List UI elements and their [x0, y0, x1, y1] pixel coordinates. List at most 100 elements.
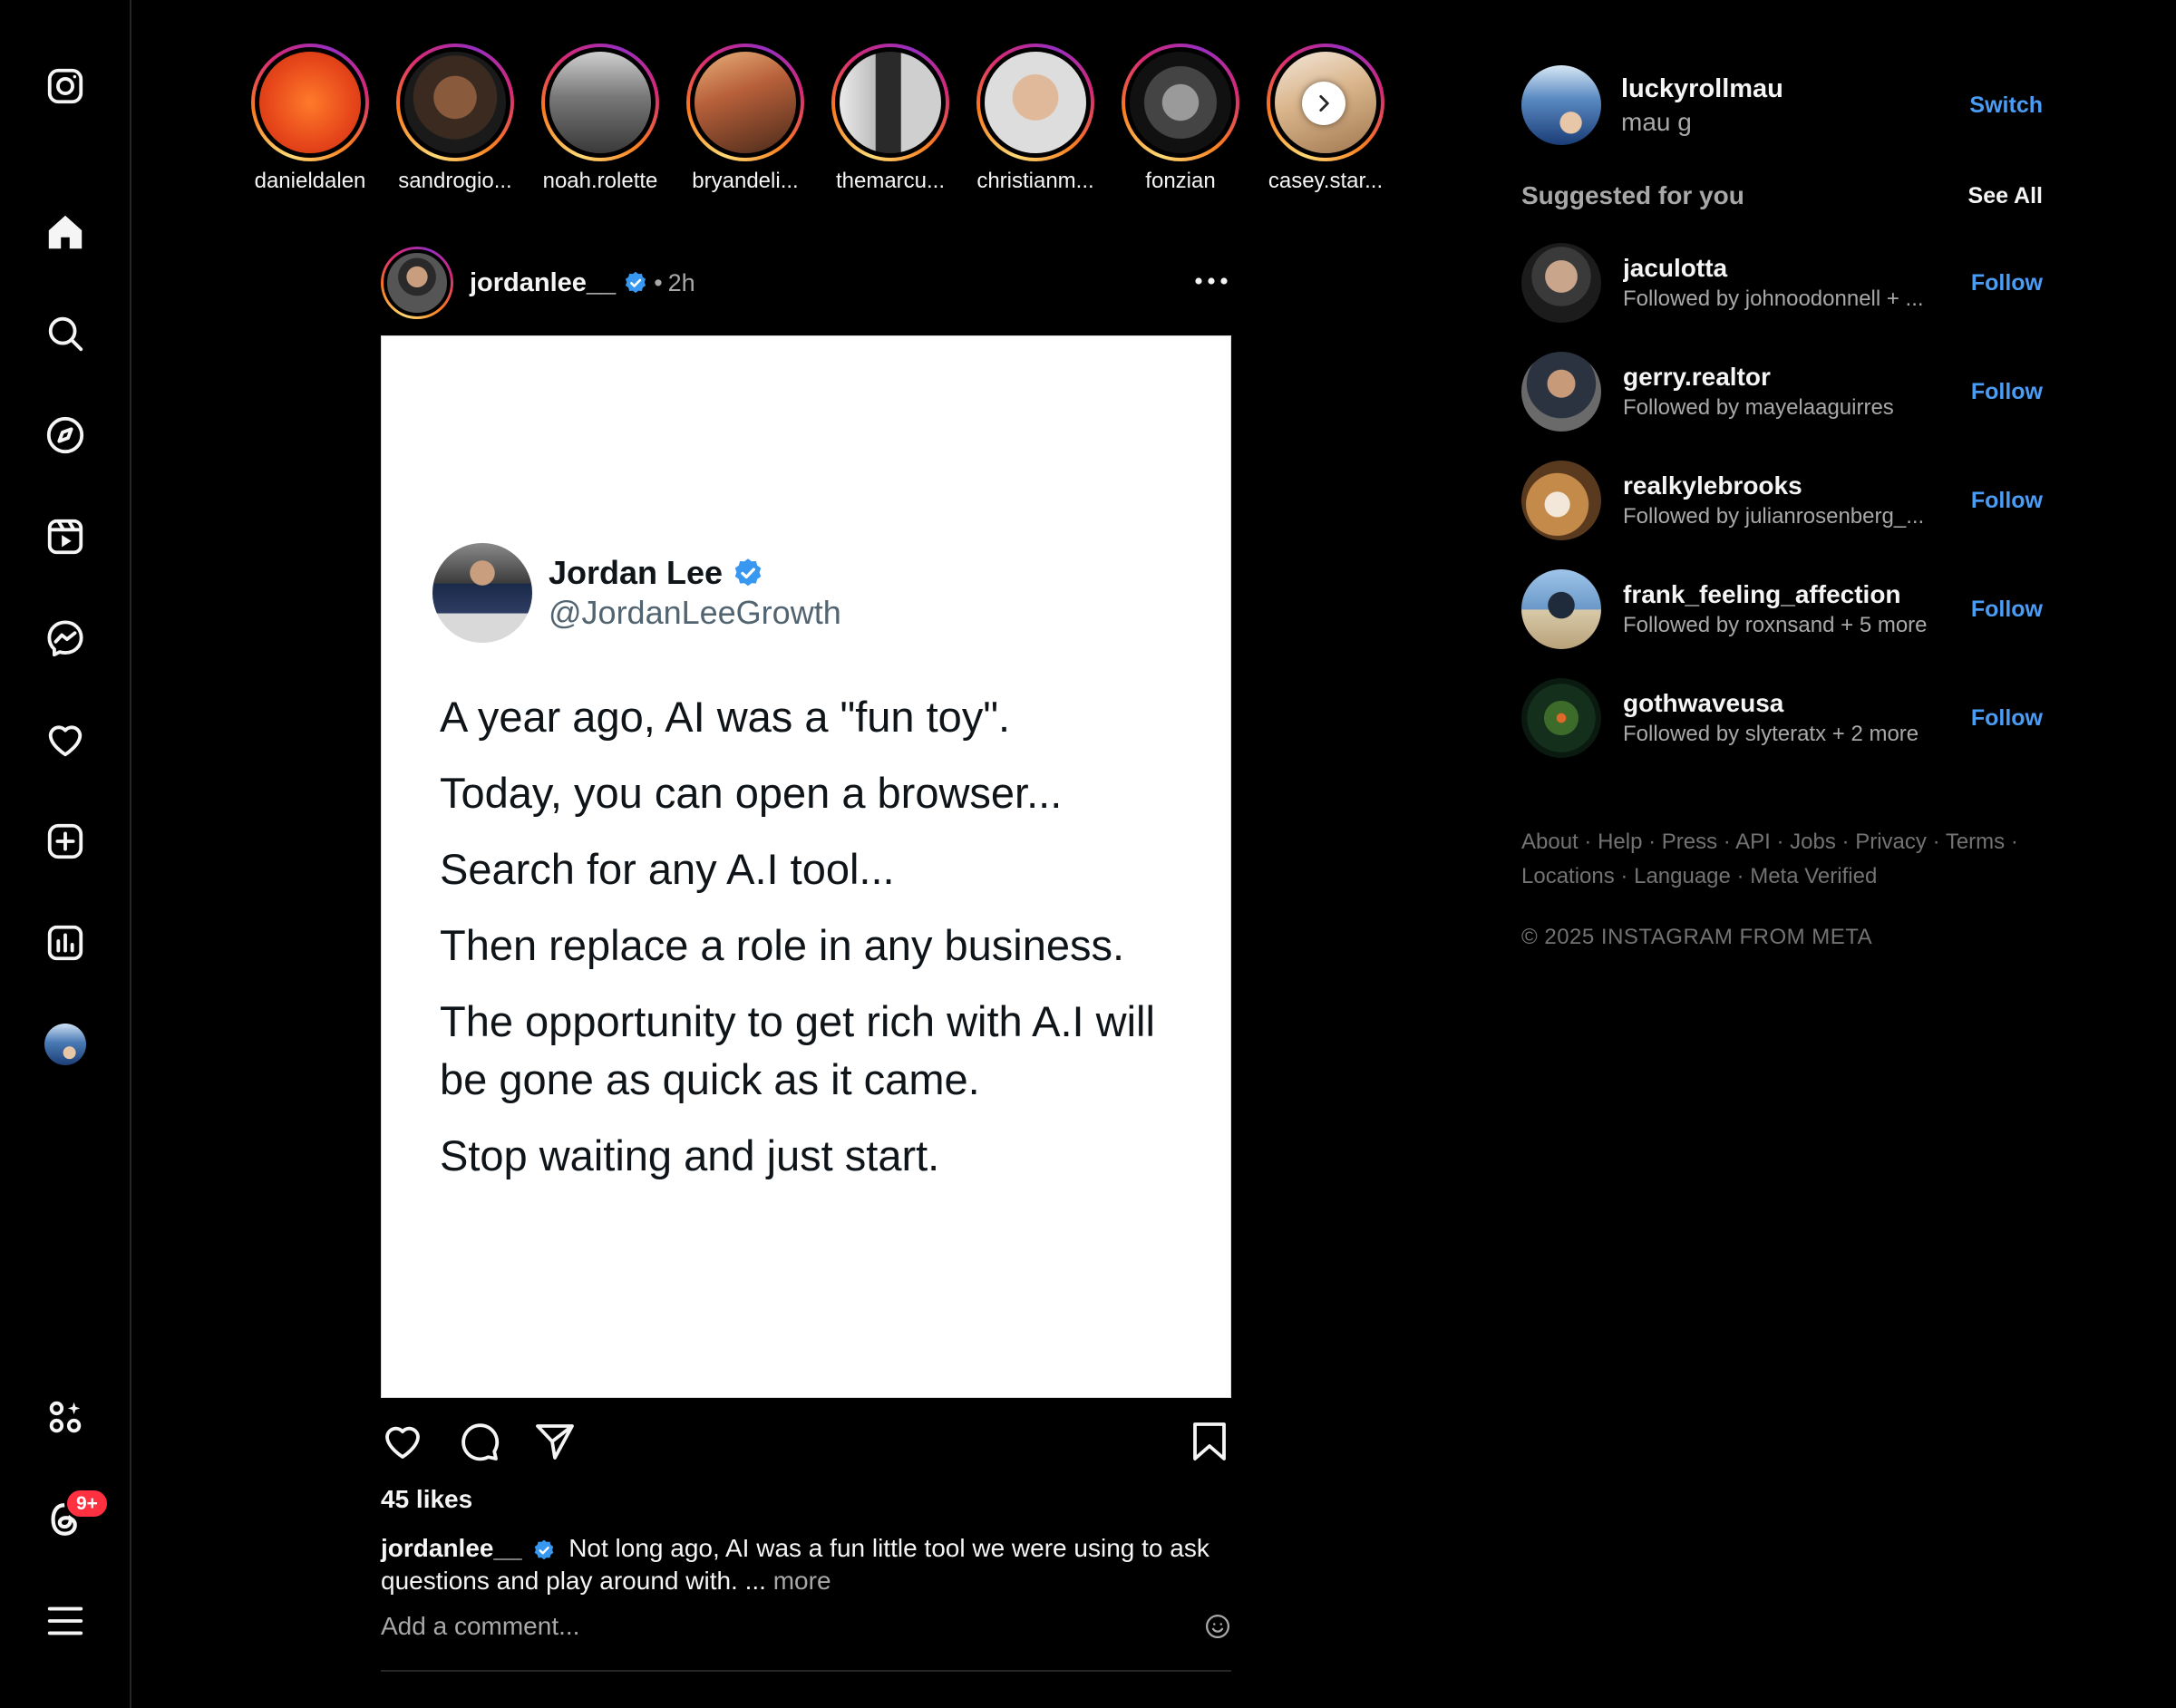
- follow-button[interactable]: Follow: [1971, 488, 2043, 514]
- dashboard-chart-icon[interactable]: [41, 918, 90, 967]
- save-button[interactable]: [1190, 1420, 1229, 1463]
- footer-separator: ·: [1648, 830, 1656, 854]
- footer-link-meta-verified[interactable]: Meta Verified: [1750, 864, 1877, 888]
- bookmark-icon: [1193, 1422, 1226, 1461]
- suggestion-username[interactable]: gerry.realtor: [1623, 363, 1949, 392]
- story-ring: [976, 44, 1094, 161]
- footer-links: About · Help · Press · API · Jobs · Priv…: [1521, 825, 2043, 894]
- reels-icon[interactable]: [41, 512, 90, 561]
- avatar[interactable]: [1521, 243, 1601, 323]
- comment-button[interactable]: [457, 1420, 500, 1463]
- tweet-line: Stop waiting and just start.: [440, 1131, 940, 1179]
- footer-separator: ·: [1841, 830, 1850, 854]
- threads-icon[interactable]: 9+: [41, 1488, 110, 1544]
- avatar[interactable]: [1521, 352, 1601, 432]
- footer-separator: ·: [1932, 830, 1940, 854]
- story-username: bryandeli...: [692, 169, 799, 193]
- story-item[interactable]: sandrogio...: [383, 44, 528, 194]
- messenger-icon[interactable]: [41, 614, 90, 663]
- stories-tray: danieldalen sandrogio... noah.rolette br…: [238, 44, 1384, 198]
- suggestions-list: jaculotta Followed by johnoodonnell + ..…: [1521, 228, 2043, 772]
- suggestion-username[interactable]: frank_feeling_affection: [1623, 580, 1949, 609]
- follow-button[interactable]: Follow: [1971, 597, 2043, 623]
- instagram-logo-icon[interactable]: [41, 62, 90, 111]
- like-button[interactable]: [381, 1420, 424, 1463]
- story-item[interactable]: themarcu...: [818, 44, 963, 194]
- follow-button[interactable]: Follow: [1971, 705, 2043, 732]
- verified-badge-icon: [734, 558, 762, 587]
- footer-link-about[interactable]: About: [1521, 830, 1579, 854]
- tweet-line: Search for any A.I tool...: [440, 845, 895, 893]
- tweet-author-handle: @JordanLeeGrowth: [549, 594, 841, 631]
- footer-link-press[interactable]: Press: [1662, 830, 1717, 854]
- footer-link-help[interactable]: Help: [1598, 830, 1642, 854]
- avatar[interactable]: [1521, 569, 1601, 649]
- explore-compass-icon[interactable]: [41, 411, 90, 460]
- tweet-author-avatar: [432, 543, 532, 643]
- more-menu-icon[interactable]: [41, 1596, 90, 1645]
- story-item[interactable]: noah.rolette: [528, 44, 673, 194]
- switch-account-button[interactable]: Switch: [1969, 92, 2043, 119]
- story-ring: [251, 44, 369, 161]
- tweet-text: A year ago, AI was a "fun toy". Today, y…: [440, 688, 1201, 1203]
- footer-link-terms[interactable]: Terms: [1946, 830, 2005, 854]
- home-icon[interactable]: [41, 208, 90, 257]
- caption-username[interactable]: jordanlee__: [381, 1534, 522, 1562]
- suggestion-username[interactable]: realkylebrooks: [1623, 471, 1949, 500]
- avatar[interactable]: [1521, 678, 1601, 758]
- likes-count[interactable]: 45 likes: [381, 1485, 1231, 1514]
- share-button[interactable]: [533, 1420, 577, 1463]
- see-all-button[interactable]: See All: [1968, 183, 2043, 209]
- footer-link-privacy[interactable]: Privacy: [1855, 830, 1927, 854]
- tweet-line: Then replace a role in any business.: [440, 921, 1125, 969]
- search-icon[interactable]: [41, 309, 90, 358]
- suggestion-username[interactable]: jaculotta: [1623, 254, 1949, 283]
- follow-button[interactable]: Follow: [1971, 379, 2043, 405]
- avatar[interactable]: [1521, 65, 1601, 145]
- footer-link-language[interactable]: Language: [1634, 864, 1731, 888]
- heart-icon: [385, 1426, 420, 1459]
- post-author-avatar[interactable]: [381, 247, 453, 319]
- create-plus-icon[interactable]: [41, 817, 90, 866]
- verified-badge-icon: [626, 271, 646, 294]
- post-author-username[interactable]: jordanlee__: [470, 268, 616, 298]
- story-item[interactable]: christianm...: [963, 44, 1108, 194]
- story-item[interactable]: fonzian: [1108, 44, 1253, 194]
- story-ring: [831, 44, 949, 161]
- story-avatar: [835, 47, 946, 158]
- post-timestamp: 2h: [667, 268, 695, 296]
- story-item[interactable]: bryandeli...: [673, 44, 818, 194]
- post-image[interactable]: Jordan Lee @JordanLeeGrowth A year ago, …: [381, 335, 1231, 1398]
- emoji-button[interactable]: [1204, 1613, 1231, 1640]
- post-actions: [381, 1418, 1231, 1465]
- suggestion-context: Followed by johnoodonnell + ...: [1623, 286, 1924, 311]
- tweet-line: The opportunity to get rich with A.I wil…: [440, 997, 1155, 1103]
- right-rail: luckyrollmau mau g Switch Suggested for …: [1521, 65, 2043, 950]
- story-ring: [686, 44, 804, 161]
- story-username: danieldalen: [254, 169, 366, 193]
- caption-more-link[interactable]: more: [773, 1567, 831, 1595]
- copyright: © 2025 INSTAGRAM FROM META: [1521, 925, 1873, 949]
- suggestion-context: Followed by julianrosenberg_...: [1623, 504, 1925, 529]
- comment-input[interactable]: [381, 1612, 1204, 1641]
- also-from-meta-icon[interactable]: [41, 1393, 90, 1441]
- follow-button[interactable]: Follow: [1971, 270, 2043, 296]
- notification-badge: 9+: [64, 1488, 110, 1519]
- suggestion-username[interactable]: gothwaveusa: [1623, 689, 1949, 718]
- profile-avatar[interactable]: [41, 1020, 90, 1069]
- send-paper-plane-icon: [536, 1424, 574, 1460]
- post-options-button[interactable]: [1193, 275, 1229, 291]
- feed-post: jordanlee__ • 2h Jordan Lee @JordanLeeGr…: [381, 247, 1231, 1672]
- footer-link-api[interactable]: API: [1735, 830, 1771, 854]
- suggested-header: Suggested for you See All: [1521, 181, 2043, 210]
- avatar: [44, 1024, 86, 1065]
- footer-link-locations[interactable]: Locations: [1521, 864, 1615, 888]
- story-item[interactable]: danieldalen: [238, 44, 383, 194]
- stories-next-button[interactable]: [1302, 82, 1345, 125]
- footer-link-jobs[interactable]: Jobs: [1790, 830, 1836, 854]
- post-caption: jordanlee__ Not long ago, AI was a fun l…: [381, 1532, 1231, 1597]
- current-username[interactable]: luckyrollmau: [1621, 74, 1783, 104]
- notifications-heart-icon[interactable]: [41, 715, 90, 764]
- avatar[interactable]: [1521, 461, 1601, 540]
- footer-separator: ·: [1723, 830, 1731, 854]
